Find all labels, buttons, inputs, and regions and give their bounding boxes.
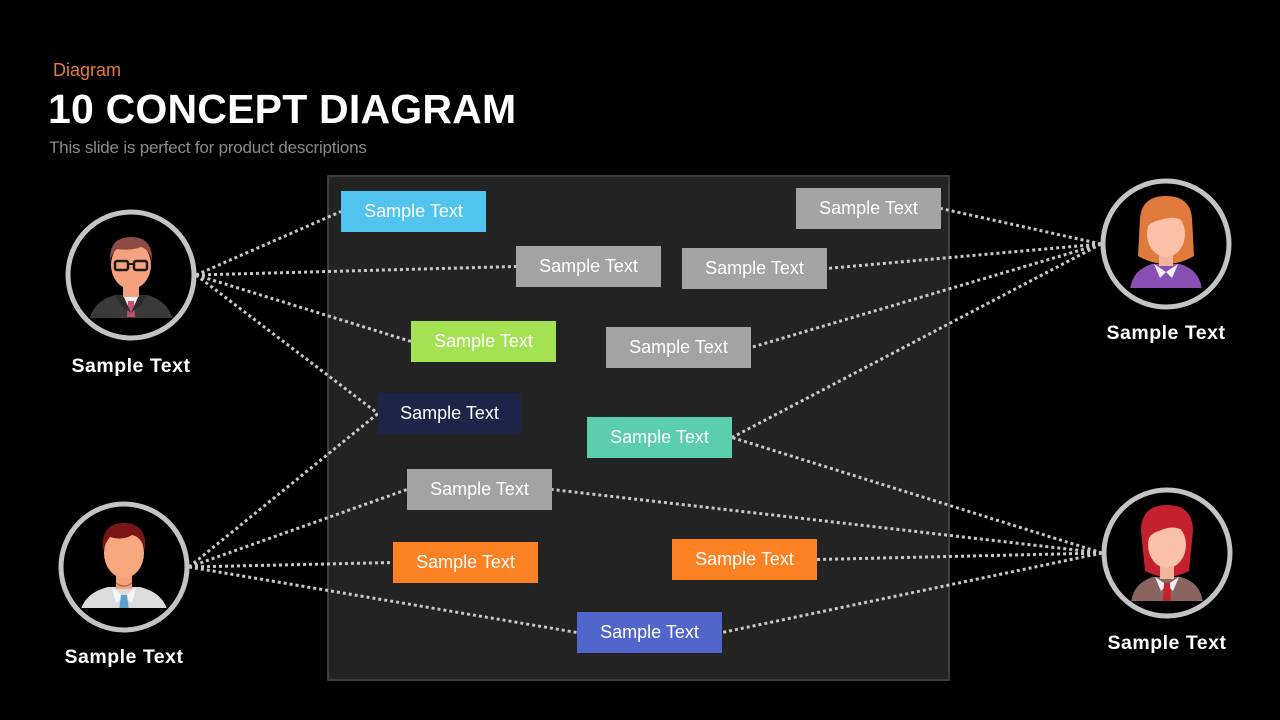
concept-box-8[interactable]: Sample Text: [587, 417, 732, 458]
concept-label: Sample Text: [705, 258, 804, 278]
connection-line-p1-n1: [195, 210, 342, 277]
person-label: Sample Text: [1107, 632, 1227, 654]
connection-line-p2-n2: [940, 207, 1102, 246]
slide-title: 10 CONCEPT DIAGRAM: [48, 86, 517, 132]
concept-label: Sample Text: [434, 331, 533, 351]
person-top-left[interactable]: Sample Text: [64, 209, 198, 378]
concept-label: Sample Text: [819, 198, 918, 218]
concept-box-11[interactable]: Sample Text: [672, 539, 817, 580]
concept-box-12[interactable]: Sample Text: [577, 612, 722, 653]
person-label: Sample Text: [1106, 322, 1226, 344]
concept-box-10[interactable]: Sample Text: [393, 542, 538, 583]
woman-suit-avatar-icon: [1101, 487, 1233, 619]
concept-label: Sample Text: [430, 479, 529, 499]
concept-box-6[interactable]: Sample Text: [606, 327, 751, 368]
person-label: Sample Text: [71, 355, 191, 377]
concept-label: Sample Text: [400, 403, 499, 423]
concept-box-9[interactable]: Sample Text: [407, 469, 552, 510]
man-glasses-avatar-icon: [65, 209, 197, 341]
concept-label: Sample Text: [600, 622, 699, 642]
concept-box-3[interactable]: Sample Text: [516, 246, 661, 287]
person-label: Sample Text: [64, 646, 184, 668]
person-bottom-left[interactable]: Sample Text: [57, 501, 191, 669]
woman-purple-avatar-icon: [1100, 178, 1232, 310]
slide-subtitle: This slide is perfect for product descri…: [49, 138, 367, 157]
concept-label: Sample Text: [695, 549, 794, 569]
concept-box-5[interactable]: Sample Text: [411, 321, 556, 362]
concept-label: Sample Text: [629, 337, 728, 357]
man-shirt-avatar-icon: [58, 501, 190, 633]
concept-box-2[interactable]: Sample Text: [796, 188, 941, 229]
slide-kicker: Diagram: [53, 60, 122, 80]
concept-label: Sample Text: [610, 427, 709, 447]
concept-label: Sample Text: [539, 256, 638, 276]
concept-box-1[interactable]: Sample Text: [341, 191, 486, 232]
person-bottom-right[interactable]: Sample Text: [1100, 487, 1234, 655]
person-top-right[interactable]: Sample Text: [1099, 178, 1233, 345]
concept-label: Sample Text: [364, 201, 463, 221]
concept-box-4[interactable]: Sample Text: [682, 248, 827, 289]
concept-label: Sample Text: [416, 552, 515, 572]
concept-box-7[interactable]: Sample Text: [378, 393, 521, 434]
